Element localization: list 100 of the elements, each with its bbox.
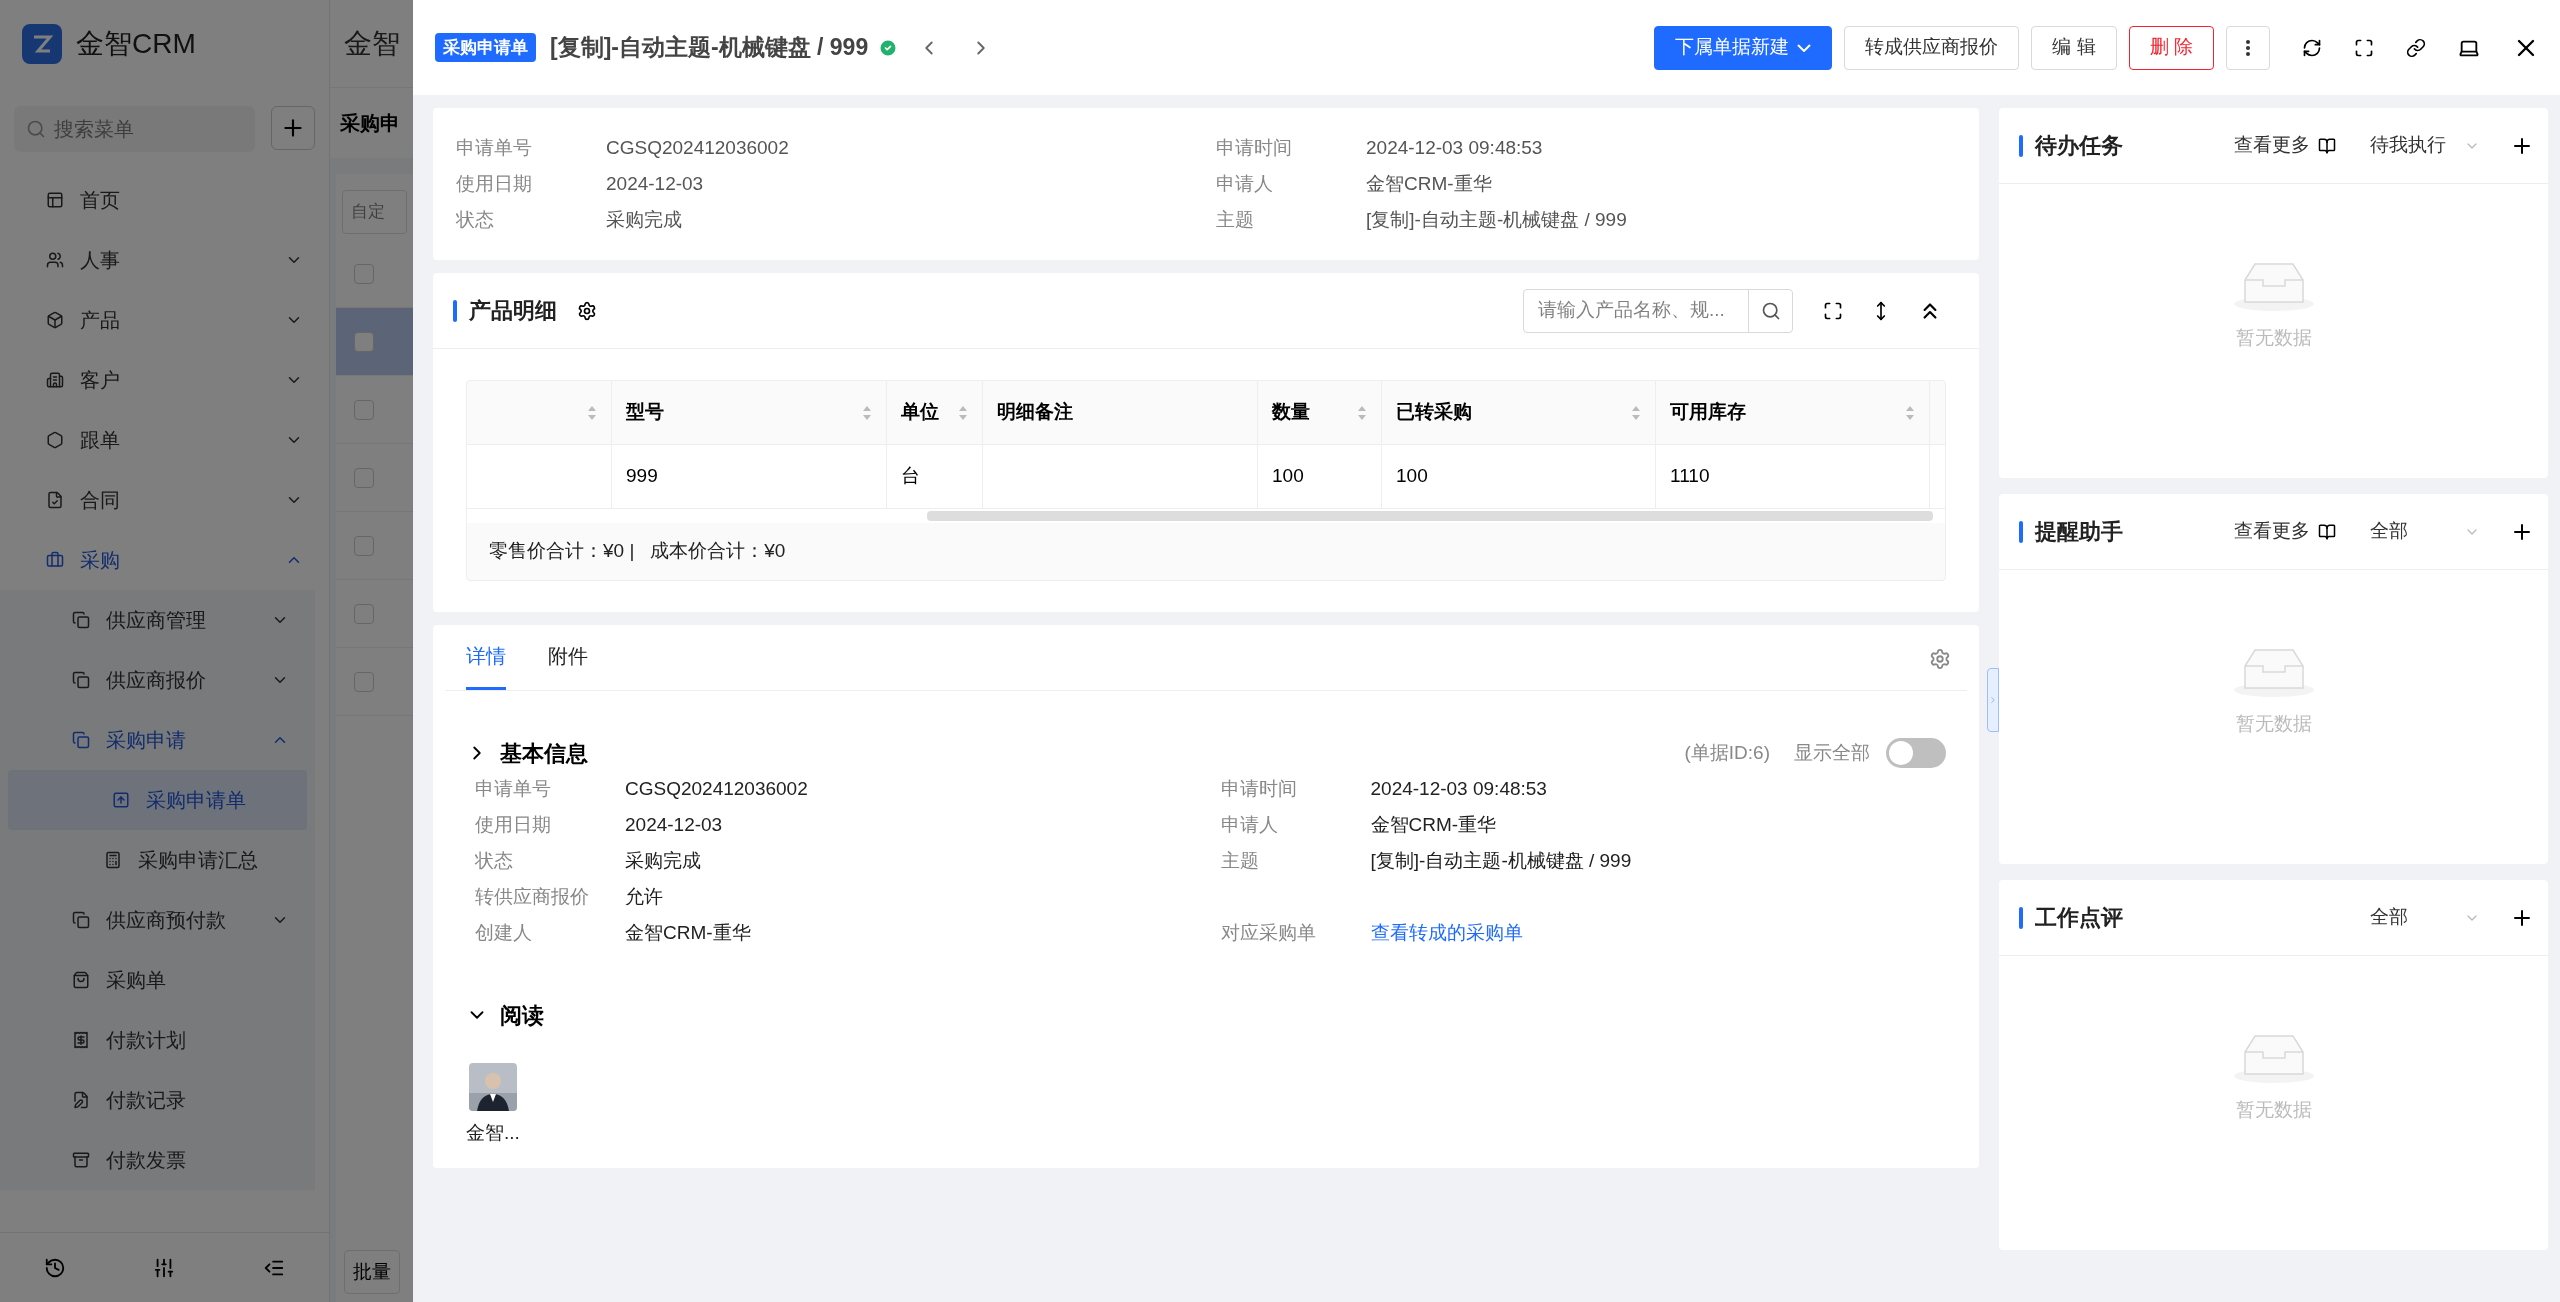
menu-icon [46,191,64,209]
menu-item[interactable]: 采购申请汇总 [0,830,315,890]
checkbox[interactable] [354,399,374,420]
menu-icon [46,311,64,329]
checkbox[interactable] [354,467,374,488]
more-button[interactable] [2226,25,2270,70]
action-button[interactable]: 下属单据新建 [1654,25,1833,70]
add-button[interactable] [271,106,315,150]
refresh-icon[interactable] [2302,37,2322,58]
table-cell: 台 [887,445,983,508]
menu-item[interactable]: 人事 [0,230,329,290]
table-row[interactable] [336,308,413,376]
filter-field[interactable]: 自定 [342,190,407,234]
field-label: 转供应商报价 [475,884,590,909]
field-value: 2024-12-03 [606,171,704,196]
menu-icon [72,611,90,629]
field-label: 申请时间 [1216,135,1293,160]
scrollbar[interactable] [927,511,1933,521]
table-cell: 999 [612,445,887,508]
field-label: 创建人 [475,920,533,945]
checkbox[interactable] [354,603,374,624]
view-more-link[interactable]: 查看更多 [2234,517,2310,546]
menu-item[interactable]: 付款记录 [0,1070,315,1130]
checkbox[interactable] [354,331,374,352]
field-label: 申请单号 [475,776,552,801]
fullscreen-icon[interactable] [1823,300,1843,321]
menu-icon [46,371,64,389]
menu-item[interactable]: 采购单 [0,950,315,1010]
search-box[interactable]: 请输入产品名称、规... [1523,288,1793,333]
sort-icon[interactable] [862,404,872,421]
menu-item[interactable]: 供应商管理 [0,590,315,650]
menu-item[interactable]: 采购申请单 [8,770,307,830]
menu-icon [46,431,64,449]
menu-icon [104,851,122,869]
view-more-link[interactable]: 查看更多 [2234,131,2310,160]
field-label: 使用日期 [456,171,533,196]
tab[interactable]: 附件 [548,641,588,690]
chevron-down-icon [1797,43,1812,52]
sort-icon[interactable] [1357,404,1367,421]
field-label: 申请人 [1216,171,1274,196]
filter-select[interactable]: 全部 [2370,903,2480,932]
field-value: 2024-12-03 09:48:53 [1366,135,1543,160]
menu-search-field[interactable]: 搜索菜单 [14,106,255,152]
menu-item[interactable]: 供应商预付款 [0,890,315,950]
tab[interactable]: 详情 [466,641,506,690]
menu-item[interactable]: 产品 [0,290,329,350]
panel-title: 提醒助手 [2035,518,2124,546]
field-label: 状态 [475,848,514,873]
field-value: 允许 [625,884,663,909]
sort-icon[interactable] [587,404,597,421]
column-header: 明细备注 [983,381,1258,444]
menu-icon [72,911,90,929]
book-icon [2318,522,2336,541]
field-label: 申请单号 [456,135,533,160]
link-icon[interactable] [2406,37,2426,58]
menu-item[interactable]: 跟单 [0,410,329,470]
sort-icon[interactable] [1631,404,1641,421]
sort-icon[interactable] [958,404,968,421]
empty-text: 暂无数据 [2235,711,2312,736]
action-button[interactable]: 删 除 [2128,25,2214,70]
side-collapse-handle[interactable] [1987,668,1999,732]
menu-item[interactable]: 付款发票 [0,1130,315,1190]
menu-item[interactable]: 客户 [0,350,329,410]
filter-select[interactable]: 全部 [2370,517,2480,546]
reader-name: 金智... [466,1121,520,1145]
menu-item[interactable]: 付款计划 [0,1010,315,1070]
fullscreen-icon[interactable] [2354,37,2374,58]
action-button[interactable]: 转成供应商报价 [1844,25,2020,70]
bulk-button[interactable]: 批量 [344,1250,400,1294]
show-all-switch[interactable] [1886,738,1946,768]
table-cell: 100 [1382,445,1656,508]
record-type-badge: 采购申请单 [435,32,536,63]
settings-icon[interactable] [577,300,597,321]
field-value: 2024-12-03 [625,812,723,837]
field-value: 采购完成 [606,207,682,232]
sort-icon[interactable] [1905,404,1915,421]
checkbox[interactable] [354,535,374,556]
menu-item[interactable]: 采购 [0,530,329,590]
empty-text: 暂无数据 [2235,325,2312,350]
field-label: 主题 [1220,848,1260,873]
check-icon [878,37,899,58]
product-search-field[interactable]: 请输入产品名称、规... [1524,289,1748,332]
menu-item[interactable]: 供应商报价 [0,650,315,710]
field-value: [复制]-自动主题-机械键盘 / 999 [1370,848,1632,873]
menu-item[interactable]: 采购申请 [0,710,315,770]
menu-item[interactable]: 合同 [0,470,329,530]
field-value: 金智CRM-重华 [1366,171,1492,196]
field-label: 申请人 [1220,812,1279,837]
sliders-icon[interactable] [153,1256,176,1279]
column-header: 型号 [612,381,887,444]
action-button[interactable]: 编 辑 [2031,25,2117,70]
filter-select[interactable]: 待我执行 [2370,131,2480,160]
purchase-order-link[interactable]: 查看转成的采购单 [1370,918,1523,948]
menu-item[interactable]: 首页 [0,170,329,230]
logo-icon [22,24,62,64]
checkbox[interactable] [354,671,374,692]
book-icon [2318,136,2336,155]
checkbox[interactable] [354,263,374,284]
history-icon[interactable] [43,1256,66,1279]
search-icon[interactable] [1760,300,1781,321]
